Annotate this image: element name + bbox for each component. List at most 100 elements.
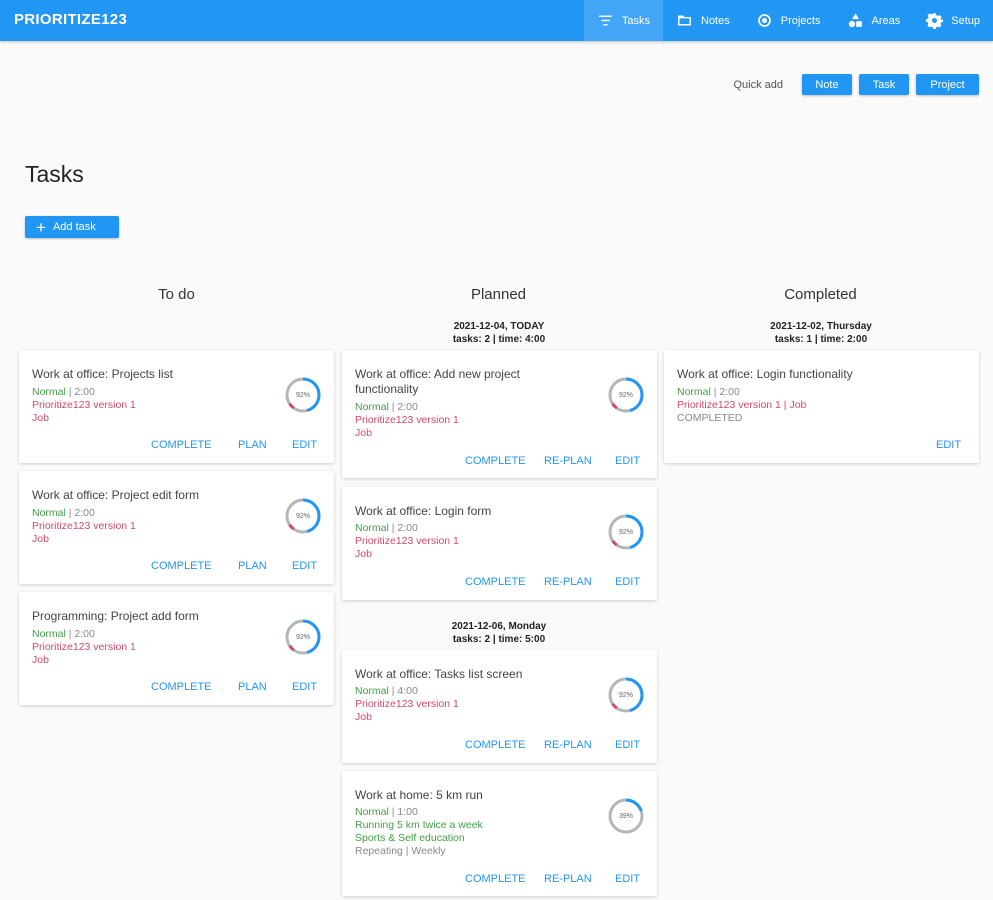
group-summary: tasks: 2 | time: 5:00 bbox=[452, 634, 546, 645]
group-date: 2021-12-06, Monday bbox=[451, 621, 547, 632]
gear-icon bbox=[926, 13, 944, 29]
column-header-todo: To do bbox=[158, 286, 195, 303]
task-time: 1:00 bbox=[397, 806, 418, 818]
complete-button[interactable]: COMPLETE bbox=[465, 576, 526, 588]
task-priority: Normal bbox=[355, 685, 389, 697]
task-priority: Normal bbox=[355, 401, 389, 413]
group-summary: tasks: 1 | time: 2:00 bbox=[774, 334, 868, 345]
task-time: 4:00 bbox=[397, 685, 418, 697]
nav-tasks[interactable]: Tasks bbox=[583, 0, 663, 41]
replan-button[interactable]: RE-PLAN bbox=[544, 739, 592, 751]
task-card: Work at office: Project edit form Normal… bbox=[19, 471, 334, 584]
edit-button[interactable]: EDIT bbox=[292, 681, 317, 693]
task-priority: Normal bbox=[32, 628, 66, 640]
nav-setup-label: Setup bbox=[951, 14, 980, 27]
complete-button[interactable]: COMPLETE bbox=[465, 455, 526, 467]
complete-button[interactable]: COMPLETE bbox=[465, 873, 526, 885]
nav-projects[interactable]: Projects bbox=[743, 0, 834, 41]
task-title-line: Work at office: Add new project bbox=[355, 367, 520, 381]
task-area: Sports & Self education bbox=[355, 832, 465, 844]
group-date: 2021-12-04, TODAY bbox=[453, 321, 545, 332]
replan-button[interactable]: RE-PLAN bbox=[544, 576, 592, 588]
task-project: Prioritize123 version 1 bbox=[355, 414, 459, 426]
task-title: Work at office: Tasks list screen bbox=[355, 667, 523, 681]
edit-button[interactable]: EDIT bbox=[615, 873, 640, 885]
complete-button[interactable]: COMPLETE bbox=[151, 681, 212, 693]
edit-button[interactable]: EDIT bbox=[292, 560, 317, 572]
plan-button[interactable]: PLAN bbox=[238, 439, 267, 451]
edit-button[interactable]: EDIT bbox=[615, 739, 640, 751]
task-time: 2:00 bbox=[74, 507, 95, 519]
task-project: Prioritize123 version 1 bbox=[32, 520, 136, 532]
task-priority-line: Normal | 2:00 bbox=[32, 628, 95, 641]
task-time: 2:00 bbox=[74, 386, 95, 398]
plan-button[interactable]: PLAN bbox=[238, 681, 267, 693]
replan-button[interactable]: RE-PLAN bbox=[544, 455, 592, 467]
top-app-bar: PRIORITIZE123 Tasks Notes Projects Areas… bbox=[0, 0, 993, 41]
complete-button[interactable]: COMPLETE bbox=[465, 739, 526, 751]
task-priority-line: Normal | 1:00 bbox=[355, 806, 418, 819]
task-priority: Normal bbox=[355, 522, 389, 534]
quick-add-task-button[interactable]: Task bbox=[859, 74, 909, 95]
nav-notes[interactable]: Notes bbox=[663, 0, 743, 41]
main-nav: Tasks Notes Projects Areas Setup bbox=[583, 0, 993, 41]
column-header-planned: Planned bbox=[470, 286, 527, 303]
task-title: Work at office: Project edit form bbox=[32, 488, 199, 502]
task-status: COMPLETED bbox=[677, 412, 743, 424]
progress-value: 92% bbox=[618, 391, 633, 399]
task-priority-line: Normal | 4:00 bbox=[355, 685, 418, 698]
task-project-area: Prioritize123 version 1 | Job bbox=[677, 399, 807, 411]
task-priority-line: Normal | 2:00 bbox=[355, 401, 418, 414]
task-time: 2:00 bbox=[397, 401, 418, 413]
edit-button[interactable]: EDIT bbox=[615, 455, 640, 467]
task-area: Job bbox=[355, 711, 372, 723]
complete-button[interactable]: COMPLETE bbox=[151, 560, 212, 572]
replan-button[interactable]: RE-PLAN bbox=[544, 873, 592, 885]
edit-button[interactable]: EDIT bbox=[292, 439, 317, 451]
complete-button[interactable]: COMPLETE bbox=[151, 439, 212, 451]
task-project: Running 5 km twice a week bbox=[355, 819, 483, 831]
task-priority-line: Normal | 2:00 bbox=[32, 507, 95, 520]
task-card: Work at office: Tasks list screen Normal… bbox=[342, 650, 657, 763]
task-card: Work at office: Projects list Normal | 2… bbox=[19, 350, 334, 463]
task-area: Job bbox=[32, 533, 49, 545]
app-title[interactable]: PRIORITIZE123 bbox=[14, 11, 127, 28]
quick-add-bar: Quick add Note Task Project bbox=[733, 74, 979, 95]
task-time: 2:00 bbox=[719, 386, 740, 398]
nav-setup[interactable]: Setup bbox=[913, 0, 993, 41]
task-area: Job bbox=[32, 412, 49, 424]
task-priority-line: Normal | 2:00 bbox=[355, 522, 418, 535]
quick-add-note-button[interactable]: Note bbox=[802, 74, 852, 95]
task-priority: Normal bbox=[32, 507, 66, 519]
completed-group-header: 2021-12-02, Thursday tasks: 1 | time: 2:… bbox=[663, 320, 979, 346]
task-priority: Normal bbox=[32, 386, 66, 398]
task-area: Job bbox=[355, 427, 372, 439]
shapes-icon bbox=[848, 13, 862, 28]
add-task-button[interactable]: + Add task bbox=[25, 216, 119, 238]
nav-tasks-label: Tasks bbox=[621, 14, 650, 27]
plan-button[interactable]: PLAN bbox=[238, 560, 267, 572]
nav-areas[interactable]: Areas bbox=[834, 0, 914, 41]
filter-icon bbox=[599, 15, 612, 26]
task-priority-line: Normal | 2:00 bbox=[32, 386, 95, 399]
task-title-line: functionality bbox=[355, 382, 419, 396]
progress-value: 92% bbox=[618, 691, 633, 699]
quick-add-project-button[interactable]: Project bbox=[916, 74, 979, 95]
task-title: Work at office: Projects list bbox=[32, 367, 173, 381]
group-summary: tasks: 2 | time: 4:00 bbox=[452, 334, 546, 345]
add-task-label: Add task bbox=[52, 221, 96, 233]
edit-button[interactable]: EDIT bbox=[936, 439, 961, 451]
planned-group-header: 2021-12-04, TODAY tasks: 2 | time: 4:00 bbox=[341, 320, 657, 346]
task-time: 2:00 bbox=[74, 628, 95, 640]
task-card: Work at office: Add new project functiona… bbox=[342, 350, 657, 478]
task-project: Prioritize123 version 1 bbox=[32, 399, 136, 411]
nav-areas-label: Areas bbox=[871, 14, 901, 27]
task-title: Work at office: Login form bbox=[355, 504, 492, 518]
task-title: Work at home: 5 km run bbox=[355, 788, 483, 802]
progress-value: 92% bbox=[295, 633, 310, 641]
task-card: Work at office: Login form Normal | 2:00… bbox=[342, 487, 657, 600]
edit-button[interactable]: EDIT bbox=[615, 576, 640, 588]
progress-value: 92% bbox=[295, 512, 310, 520]
task-project: Prioritize123 version 1 bbox=[32, 641, 136, 653]
task-area: Job bbox=[32, 654, 49, 666]
